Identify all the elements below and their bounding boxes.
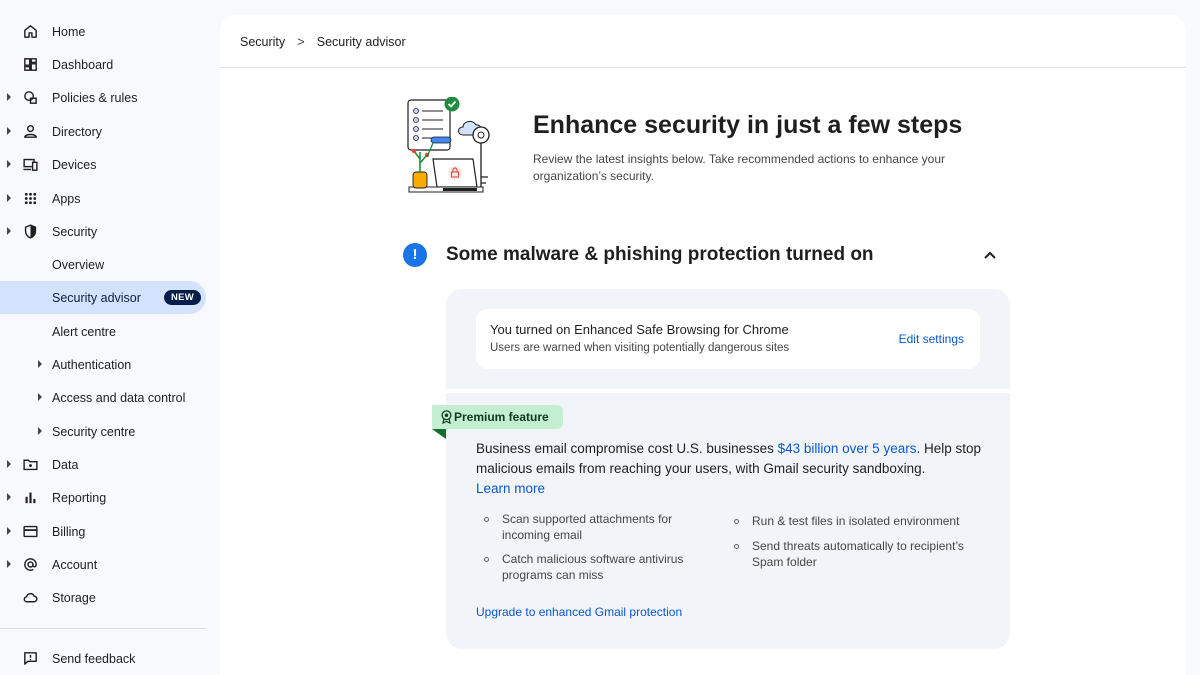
protection-card: You turned on Enhanced Safe Browsing for… [432, 289, 1010, 649]
caret-right-icon [38, 360, 42, 368]
main-panel: Security > Security advisor Enhance secu… [220, 15, 1186, 675]
home-icon [24, 25, 37, 38]
sidebar-item-overview[interactable]: Overview [0, 248, 206, 281]
safe-browsing-status-card: You turned on Enhanced Safe Browsing for… [476, 309, 980, 369]
cloud-icon [23, 592, 38, 603]
sidebar-item-label: Security [52, 224, 98, 239]
breadcrumb: Security > Security advisor [240, 34, 406, 49]
premium-feature-badge: Premium feature [432, 405, 563, 429]
caret-right-icon [7, 460, 11, 468]
badge-fold [432, 429, 446, 439]
sidebar-item-label: Policies & rules [52, 90, 138, 105]
sidebar-item-label: Access and data control [52, 390, 186, 405]
at-sign-icon [24, 558, 37, 571]
upgrade-gmail-protection-link[interactable]: Upgrade to enhanced Gmail protection [476, 605, 682, 619]
sidebar-item-authentication[interactable]: Authentication [0, 348, 206, 381]
caret-right-icon [7, 127, 11, 135]
sidebar-item-label: Billing [52, 524, 86, 539]
sidebar-item-security-centre[interactable]: Security centre [0, 415, 206, 448]
sidebar-item-security-advisor[interactable]: Security advisor NEW [0, 281, 206, 314]
sidebar-item-reporting[interactable]: Reporting [0, 481, 206, 514]
dashboard-icon [24, 58, 37, 71]
policies-icon [24, 91, 37, 104]
sidebar-item-label: Data [52, 457, 79, 472]
sidebar-divider [0, 628, 206, 629]
caret-right-icon [7, 93, 11, 101]
chevron-right-icon: > [297, 34, 305, 49]
sidebar-item-label: Directory [52, 124, 103, 139]
feature-list-left: Scan supported attachments for incoming … [476, 511, 716, 591]
sidebar-item-billing[interactable]: Billing [0, 515, 206, 548]
sidebar-item-label: Storage [52, 590, 96, 605]
sidebar-item-label: Reporting [52, 490, 107, 505]
caret-right-icon [7, 194, 11, 202]
sidebar-item-directory[interactable]: Directory [0, 115, 206, 148]
sidebar-item-label: Overview [52, 257, 105, 272]
promo-text-start: Business email compromise cost U.S. busi… [476, 441, 778, 456]
header-divider [220, 67, 1186, 68]
caret-right-icon [7, 560, 11, 568]
security-illustration-icon [407, 97, 490, 193]
caret-right-icon [7, 160, 11, 168]
premium-feature-label: Premium feature [454, 410, 549, 424]
feedback-icon [24, 652, 37, 665]
page-description: Review the latest insights below. Take r… [533, 152, 946, 183]
caret-right-icon [38, 393, 42, 401]
sidebar-item-policies[interactable]: Policies & rules [0, 81, 206, 114]
send-feedback-button[interactable]: Send feedback [0, 642, 206, 675]
sidebar-item-alert-centre[interactable]: Alert centre [0, 315, 206, 348]
breadcrumb-parent-link[interactable]: Security [240, 35, 285, 49]
sidebar-item-security[interactable]: Security [0, 215, 206, 248]
sidebar-item-devices[interactable]: Devices [0, 148, 206, 181]
sidebar-item-label: Alert centre [52, 324, 116, 339]
sidebar-item-data[interactable]: Data [0, 448, 206, 481]
credit-card-icon [23, 525, 38, 538]
sidebar-item-label: Home [52, 24, 86, 39]
info-alert-icon: ! [403, 243, 427, 267]
sidebar-item-label: Account [52, 557, 98, 572]
chevron-up-icon[interactable] [982, 247, 998, 263]
setting-title: You turned on Enhanced Safe Browsing for… [490, 322, 789, 337]
sidebar-item-label: Apps [52, 191, 81, 206]
caret-down-icon [7, 227, 11, 235]
caret-right-icon [7, 493, 11, 501]
sidebar: Home Dashboard Policies & rules Director… [0, 0, 220, 675]
sidebar-item-home[interactable]: Home [0, 15, 206, 48]
caret-right-icon [7, 527, 11, 535]
sidebar-item-label: Security centre [52, 424, 136, 439]
shield-icon [24, 224, 37, 239]
sidebar-item-label: Authentication [52, 357, 132, 372]
award-icon [441, 410, 452, 424]
sidebar-item-label: Security advisor [52, 290, 141, 305]
section-title: Some malware & phishing protection turne… [446, 244, 874, 265]
list-item: Scan supported attachments for incoming … [476, 511, 716, 543]
person-icon [24, 125, 37, 138]
page-title: Enhance security in just a few steps [533, 111, 963, 139]
sidebar-item-apps[interactable]: Apps [0, 182, 206, 215]
setting-subtitle: Users are warned when visiting potential… [490, 342, 790, 354]
apps-grid-icon [24, 192, 37, 205]
new-badge: NEW [164, 290, 202, 305]
sidebar-item-label: Dashboard [52, 57, 114, 72]
promo-text: Business email compromise cost U.S. busi… [476, 439, 986, 499]
send-feedback-label: Send feedback [52, 651, 136, 666]
devices-icon [23, 158, 38, 171]
sidebar-item-dashboard[interactable]: Dashboard [0, 48, 206, 81]
list-item: Run & test files in isolated environment [726, 513, 976, 529]
edit-settings-link[interactable]: Edit settings [899, 332, 964, 346]
sidebar-item-account[interactable]: Account [0, 548, 206, 581]
card-divider [446, 389, 1010, 393]
sidebar-item-access-data-control[interactable]: Access and data control [0, 381, 206, 414]
feature-list-right: Run & test files in isolated environment… [726, 513, 976, 579]
data-folder-icon [23, 459, 38, 471]
sidebar-item-storage[interactable]: Storage [0, 581, 206, 614]
list-item: Catch malicious software antivirus progr… [476, 551, 716, 583]
bar-chart-icon [25, 492, 36, 504]
caret-right-icon [38, 427, 42, 435]
learn-more-link[interactable]: Learn more [476, 481, 545, 496]
sidebar-item-label: Devices [52, 157, 97, 172]
list-item: Send threats automatically to recipient’… [726, 538, 976, 570]
breadcrumb-current: Security advisor [316, 34, 406, 49]
promo-stat-link[interactable]: $43 billion over 5 years [778, 441, 917, 456]
